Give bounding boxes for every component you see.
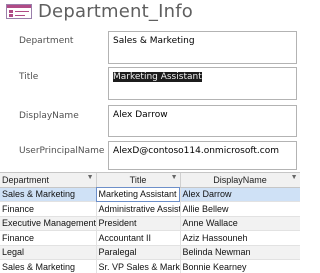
title-field[interactable]: Marketing Assistant [108, 67, 297, 100]
cell-title[interactable]: Administrative Assistant [96, 201, 181, 217]
table-row[interactable]: Sales & Marketing Sr. VP Sales & Marketi… [0, 259, 300, 273]
cell-department[interactable]: Legal [0, 245, 97, 260]
datasheet-table: Department ▼ Title ▼ DisplayName ▼ Sales & … [0, 173, 300, 273]
column-header-department[interactable]: Department ▼ [0, 173, 97, 188]
datasheet: Department ▼ Title ▼ DisplayName ▼ Sales & … [0, 172, 300, 273]
table-row[interactable]: Finance Accountant II Aziz Hassouneh [0, 230, 300, 246]
cell-title[interactable]: Accountant II [96, 230, 181, 246]
department-field[interactable]: Sales & Marketing [108, 31, 297, 64]
dropdown-arrow-icon[interactable]: ▼ [291, 174, 298, 181]
cell-title[interactable]: Sr. VP Sales & Marketing [96, 259, 181, 273]
cell-displayname[interactable]: Bonnie Kearney [180, 259, 300, 273]
cell-department[interactable]: Sales & Marketing [0, 259, 97, 273]
department-label: Department [19, 36, 74, 46]
cell-displayname[interactable]: Aziz Hassouneh [180, 230, 300, 246]
table-row[interactable]: Finance Administrative Assistant Allie B… [0, 201, 300, 217]
cell-displayname[interactable]: Allie Bellew [180, 201, 300, 217]
userprincipalname-label: UserPrincipalName [19, 146, 105, 156]
dropdown-arrow-icon[interactable]: ▼ [171, 174, 178, 181]
table-row[interactable]: Executive Management President Anne Wall… [0, 216, 300, 231]
table-row[interactable]: Sales & Marketing Marketing Assistant Al… [0, 187, 300, 202]
title-label: Title [19, 72, 39, 82]
form-title: Department_Info [38, 1, 193, 22]
cell-displayname[interactable]: Anne Wallace [180, 216, 300, 231]
cell-department[interactable]: Finance [0, 230, 97, 246]
cell-displayname[interactable]: Alex Darrow [180, 187, 300, 202]
cell-displayname[interactable]: Belinda Newman [180, 245, 300, 260]
detail-section: Department Sales & Marketing Title Marke… [0, 25, 300, 172]
displayname-label: DisplayName [19, 111, 79, 121]
cell-title[interactable]: Marketing Assistant [96, 187, 181, 202]
displayname-field[interactable]: Alex Darrow [108, 105, 297, 137]
dropdown-arrow-icon[interactable]: ▼ [87, 174, 94, 181]
datasheet-header-row: Department ▼ Title ▼ DisplayName ▼ [0, 173, 300, 188]
userprincipalname-field[interactable]: AlexD@contoso114.onmicrosoft.com [108, 141, 297, 170]
form-icon [6, 4, 32, 19]
table-row[interactable]: Legal Paralegal Belinda Newman [0, 245, 300, 260]
title-field-selected-text: Marketing Assistant [113, 72, 202, 82]
cell-department[interactable]: Sales & Marketing [0, 187, 97, 202]
form-header: Department_Info [0, 0, 300, 24]
column-header-displayname[interactable]: DisplayName ▼ [180, 173, 300, 188]
cell-title[interactable]: President [96, 216, 181, 231]
cell-department[interactable]: Executive Management [0, 216, 97, 231]
column-header-title[interactable]: Title ▼ [96, 173, 181, 188]
cell-title[interactable]: Paralegal [96, 245, 181, 260]
cell-department[interactable]: Finance [0, 201, 97, 217]
